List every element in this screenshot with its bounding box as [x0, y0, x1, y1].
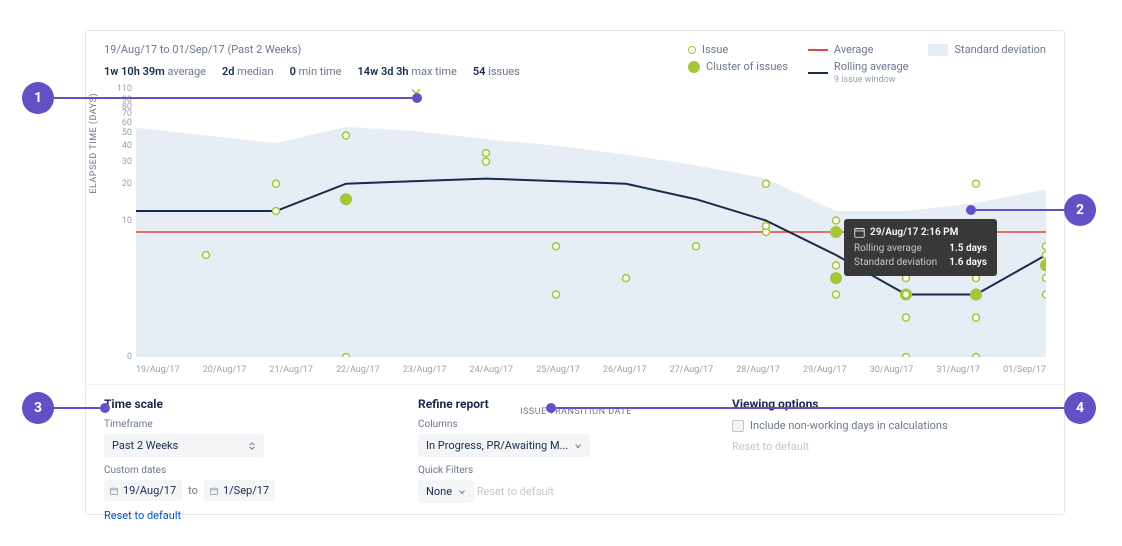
filters-select[interactable]: None — [418, 480, 474, 503]
legend-rolling-sub: 9 issue window — [834, 75, 909, 85]
select-arrows-icon — [248, 442, 256, 450]
y-tick: 10 — [122, 216, 132, 226]
issue-icon — [688, 46, 696, 54]
time-scale-title: Time scale — [104, 397, 418, 411]
x-tick: 19/Aug/17 — [136, 365, 180, 375]
timeframe-select[interactable]: Past 2 Weeks — [104, 434, 264, 457]
y-ticks: 0102030405060708090110 — [104, 89, 134, 357]
callout-2: 2 — [966, 194, 1096, 226]
tooltip-row1-label: Rolling average — [854, 243, 922, 254]
x-tick: 25/Aug/17 — [536, 365, 580, 375]
legend-cluster: Cluster of issues — [706, 60, 788, 73]
legend-rolling: Rolling average — [834, 60, 909, 73]
stat-issues-lbl: issues — [488, 65, 520, 78]
header-row: 19/Aug/17 to 01/Sep/17 (Past 2 Weeks) Is… — [104, 43, 1046, 85]
filters-label: Quick Filters — [418, 465, 732, 476]
tooltip-row2-value: 1.6 days — [949, 257, 987, 268]
stat-min-lbl: min time — [299, 65, 342, 78]
y-tick: 20 — [122, 179, 132, 189]
timeframe-label: Timeframe — [104, 419, 418, 430]
stat-min-val: 0 — [290, 65, 296, 78]
x-tick: 29/Aug/17 — [803, 365, 847, 375]
custom-dates-label: Custom dates — [104, 465, 418, 476]
x-tick: 22/Aug/17 — [336, 365, 380, 375]
y-tick: 60 — [122, 118, 132, 128]
callout-3-badge: 3 — [22, 392, 54, 424]
to-label: to — [188, 484, 198, 497]
chart-legend: Issue Cluster of issues Average Rolling … — [688, 43, 1046, 85]
x-ticks: 19/Aug/17 20/Aug/17 21/Aug/17 22/Aug/17 23/A… — [136, 365, 1046, 375]
legend-issue: Issue — [702, 43, 728, 56]
from-date-value: 19/Aug/17 — [123, 484, 176, 497]
chart-tooltip: 29/Aug/17 2:16 PM Rolling average 1.5 day… — [844, 219, 997, 276]
date-range-text: 19/Aug/17 to 01/Sep/17 (Past 2 Weeks) — [104, 43, 301, 85]
callout-4-badge: 4 — [1064, 392, 1096, 424]
x-tick: 01/Sep/17 — [1003, 365, 1046, 375]
y-tick: 0 — [127, 352, 132, 362]
callout-1: 1 — [22, 82, 422, 114]
x-tick: 21/Aug/17 — [269, 365, 313, 375]
calendar-icon — [854, 227, 865, 238]
rolling-icon — [808, 72, 828, 74]
filters-value: None — [426, 485, 452, 498]
stat-max-lbl: max time — [411, 65, 457, 78]
y-tick: 30 — [122, 157, 132, 167]
stat-average-lbl: average — [167, 65, 206, 78]
x-tick: 31/Aug/17 — [936, 365, 980, 375]
callout-4: 4 — [546, 392, 1096, 424]
x-tick: 20/Aug/17 — [203, 365, 247, 375]
x-tick: 24/Aug/17 — [470, 365, 514, 375]
y-tick: 40 — [122, 141, 132, 151]
stat-average-val: 1w 10h 39m — [104, 65, 165, 78]
x-tick: 23/Aug/17 — [403, 365, 447, 375]
stat-issues-val: 54 — [473, 65, 486, 78]
viewing-reset: Reset to default — [732, 440, 809, 453]
columns-value: In Progress, PR/Awaiting M... — [426, 439, 568, 452]
tooltip-row2-label: Standard deviation — [854, 257, 937, 268]
calendar-icon — [110, 487, 118, 495]
cluster-icon — [688, 61, 700, 73]
x-tick: 26/Aug/17 — [603, 365, 647, 375]
timeframe-value: Past 2 Weeks — [112, 439, 178, 452]
callout-1-badge: 1 — [22, 82, 54, 114]
chevron-down-icon — [458, 488, 466, 496]
average-icon — [808, 49, 828, 51]
x-tick: 28/Aug/17 — [736, 365, 780, 375]
time-scale-col: Time scale Timeframe Past 2 Weeks Custom… — [104, 397, 418, 502]
calendar-icon — [210, 487, 218, 495]
x-tick: 27/Aug/17 — [670, 365, 714, 375]
callout-3: 3 — [22, 392, 110, 424]
columns-select[interactable]: In Progress, PR/Awaiting M... — [418, 434, 590, 457]
chart-area[interactable]: ELAPSED TIME (DAYS) 01020304050607080901… — [104, 89, 1048, 389]
stdev-icon — [928, 44, 948, 56]
stat-max-val: 14w 3d 3h — [358, 65, 409, 78]
stat-median-val: 2d — [222, 65, 234, 78]
callout-2-badge: 2 — [1064, 194, 1096, 226]
stats-row: 1w 10h 39m average 2d median 0 min time … — [104, 65, 520, 78]
y-tick: 50 — [122, 128, 132, 138]
to-date-value: 1/Sep/17 — [223, 484, 269, 497]
stat-median-lbl: median — [237, 65, 273, 78]
tooltip-date: 29/Aug/17 2:16 PM — [870, 227, 958, 238]
from-date-input[interactable]: 19/Aug/17 — [104, 480, 182, 501]
to-date-input[interactable]: 1/Sep/17 — [204, 480, 275, 501]
refine-reset: Reset to default — [477, 485, 554, 498]
legend-average: Average — [834, 43, 874, 56]
time-scale-reset[interactable]: Reset to default — [104, 509, 181, 522]
x-tick: 30/Aug/17 — [870, 365, 914, 375]
chevron-down-icon — [574, 442, 582, 450]
tooltip-row1-value: 1.5 days — [949, 243, 987, 254]
legend-stdev: Standard deviation — [954, 43, 1046, 56]
